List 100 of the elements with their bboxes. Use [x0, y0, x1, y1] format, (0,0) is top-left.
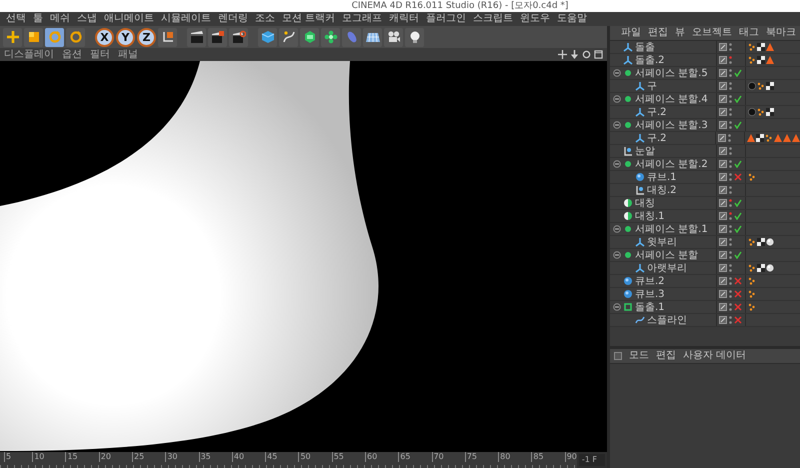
layer-icon[interactable]	[719, 264, 727, 272]
object-name[interactable]: 서페이스 분할.2	[635, 158, 708, 170]
menu-item[interactable]: 오브젝트	[692, 27, 732, 39]
checker-icon[interactable]	[766, 82, 774, 90]
visibility-dots-icon[interactable]	[729, 160, 732, 168]
layer-icon[interactable]	[719, 199, 727, 207]
menu-item[interactable]: 메쉬	[50, 13, 70, 25]
object-name[interactable]: 큐브.3	[635, 288, 665, 300]
tool-button[interactable]	[158, 28, 177, 46]
check-icon[interactable]	[734, 251, 742, 259]
layer-icon[interactable]	[719, 212, 727, 220]
phong-dots-icon[interactable]	[748, 56, 756, 64]
menu-item[interactable]: 옵션	[62, 48, 82, 60]
layer-icon[interactable]	[719, 160, 727, 168]
cross-icon[interactable]	[734, 173, 742, 181]
menu-item[interactable]: 북마크	[766, 27, 796, 39]
menu-item[interactable]: 시뮬레이트	[161, 13, 211, 25]
tool-button[interactable]	[300, 28, 319, 46]
visibility-dots-icon[interactable]	[729, 95, 732, 103]
object-name[interactable]: 윗부리	[647, 236, 677, 248]
layer-icon[interactable]	[719, 43, 727, 51]
check-icon[interactable]	[734, 121, 742, 129]
axis-button[interactable]: Y	[116, 28, 135, 46]
layer-icon[interactable]	[719, 147, 727, 155]
axis-button[interactable]: Z	[137, 28, 156, 46]
menu-item[interactable]: 태그	[739, 27, 759, 39]
visibility-dots-icon[interactable]	[729, 69, 732, 77]
phong-dots-icon[interactable]	[757, 108, 765, 116]
zoom-view-icon[interactable]	[570, 50, 579, 59]
menu-item[interactable]: 사용자 데이터	[683, 350, 746, 362]
phong-dots-icon[interactable]	[748, 277, 756, 285]
check-icon[interactable]	[734, 95, 742, 103]
object-name[interactable]: 대칭.2	[647, 184, 677, 196]
window-icon[interactable]	[594, 50, 603, 59]
visibility-dots-icon[interactable]	[729, 108, 732, 116]
move-view-icon[interactable]	[558, 50, 567, 59]
menu-item[interactable]: 모드	[629, 350, 649, 362]
tool-button[interactable]	[229, 28, 248, 46]
expand-toggle-icon[interactable]	[613, 121, 621, 129]
triangle-icon[interactable]	[774, 134, 782, 142]
triangle-icon[interactable]	[783, 134, 791, 142]
tool-button[interactable]	[279, 28, 298, 46]
tool-button[interactable]	[384, 28, 403, 46]
rotate-view-icon[interactable]	[582, 50, 591, 59]
visibility-dots-icon[interactable]	[729, 303, 732, 311]
object-name[interactable]: 구.2	[647, 132, 667, 144]
phong-dots-icon[interactable]	[748, 238, 756, 246]
menu-item[interactable]: 디스플레이	[4, 48, 54, 60]
phong-dots-icon[interactable]	[748, 290, 756, 298]
check-icon[interactable]	[734, 212, 742, 220]
object-name[interactable]: 눈알	[635, 146, 655, 156]
phong-dots-icon[interactable]	[748, 43, 756, 51]
expand-toggle-icon[interactable]	[613, 95, 621, 103]
visibility-dots-icon[interactable]	[729, 43, 732, 51]
tool-button[interactable]	[405, 28, 424, 46]
checker-icon[interactable]	[757, 56, 765, 64]
layer-icon[interactable]	[719, 121, 727, 129]
timeline-ruler[interactable]: 5 10 15 20 25 30 35 40 45 50 55 60 65 70 75 80 85 90	[0, 452, 577, 468]
object-name[interactable]: 돌출	[635, 42, 655, 52]
phong-dots-icon[interactable]	[748, 303, 756, 311]
object-name[interactable]: 큐브.1	[647, 172, 677, 182]
object-name[interactable]: 대칭	[635, 198, 655, 208]
menu-item[interactable]: 스냅	[77, 13, 97, 25]
menu-item[interactable]: 선택	[6, 13, 26, 25]
checker-icon[interactable]	[757, 43, 765, 51]
visibility-dots-icon[interactable]	[729, 173, 732, 181]
object-name[interactable]: 서페이스 분할.1	[635, 224, 708, 234]
sphere-icon[interactable]	[766, 238, 774, 246]
checker-icon[interactable]	[757, 238, 765, 246]
cross-icon[interactable]	[734, 277, 742, 285]
menu-item[interactable]: 렌더링	[218, 13, 248, 25]
check-icon[interactable]	[734, 160, 742, 168]
expand-toggle-icon[interactable]	[613, 303, 621, 311]
menu-item[interactable]: 애니메이트	[104, 13, 154, 25]
layer-icon[interactable]	[719, 225, 727, 233]
checker-icon[interactable]	[756, 134, 764, 142]
sphere-icon[interactable]	[766, 264, 774, 272]
object-name[interactable]: 돌출.2	[635, 54, 665, 66]
cross-icon[interactable]	[734, 290, 742, 298]
tool-button[interactable]	[321, 28, 340, 46]
check-icon[interactable]	[734, 225, 742, 233]
checker-icon[interactable]	[766, 108, 774, 116]
object-name[interactable]: 서페이스 분할.3	[635, 120, 708, 130]
layer-icon[interactable]	[718, 134, 726, 142]
menu-item[interactable]: 윈도우	[520, 13, 550, 25]
layer-icon[interactable]	[719, 173, 727, 181]
visibility-dots-icon[interactable]	[729, 316, 732, 324]
menu-item[interactable]: 패널	[118, 48, 138, 60]
layer-icon[interactable]	[719, 238, 727, 246]
object-name[interactable]: 아랫부리	[647, 262, 687, 274]
visibility-dots-icon[interactable]	[729, 238, 732, 246]
check-icon[interactable]	[734, 199, 742, 207]
visibility-dots-icon[interactable]	[729, 147, 732, 155]
expand-toggle-icon[interactable]	[613, 225, 621, 233]
layer-icon[interactable]	[719, 277, 727, 285]
object-name[interactable]: 구.2	[647, 106, 667, 118]
frame-field[interactable]: -1 F	[578, 454, 605, 466]
menu-item[interactable]: 모션 트랙커	[282, 13, 336, 25]
menu-item[interactable]: 파일	[621, 27, 641, 39]
visibility-dots-icon[interactable]	[729, 251, 732, 259]
